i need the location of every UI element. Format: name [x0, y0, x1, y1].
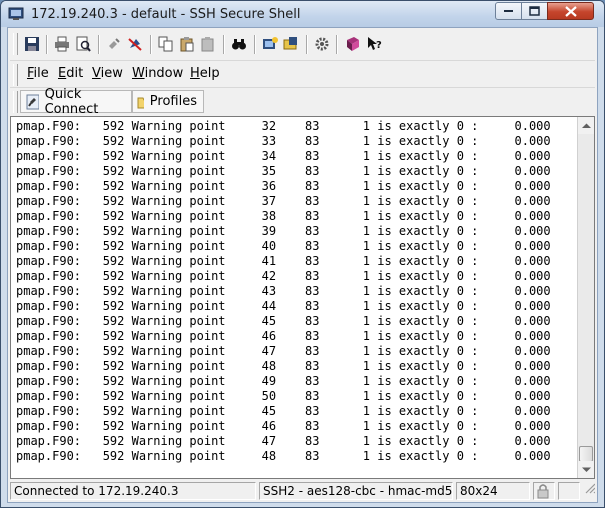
- paste-disabled-icon[interactable]: [198, 34, 218, 54]
- maximize-icon: [529, 6, 540, 16]
- scroll-up-button[interactable]: [578, 117, 594, 134]
- maximize-button[interactable]: [521, 2, 548, 20]
- terminal-line: pmap.F90: 592 Warning point 44 83 1 is e…: [16, 299, 551, 313]
- toolbar-separator: [150, 35, 152, 54]
- status-bar: Connected to 172.19.240.3 SSH2 - aes128-…: [10, 481, 595, 500]
- profiles-label: Profiles: [149, 94, 197, 109]
- paste-icon[interactable]: [177, 34, 197, 54]
- toolbar-separator: [46, 35, 48, 54]
- terminal-line: pmap.F90: 592 Warning point 47 83 1 is e…: [16, 344, 551, 358]
- terminal-line: pmap.F90: 592 Warning point 37 83 1 is e…: [16, 194, 551, 208]
- terminal-line: pmap.F90: 592 Warning point 38 83 1 is e…: [16, 209, 551, 223]
- toolbar-separator: [223, 35, 225, 54]
- toolbar-separator: [336, 35, 338, 54]
- quick-connect-icon: [26, 94, 39, 109]
- ssh-app-icon[interactable]: [8, 6, 24, 22]
- ssh-window: 172.19.240.3 - default - SSH Secure Shel…: [0, 0, 605, 508]
- cipher-status: SSH2 - aes128-cbc - hmac-md5: [259, 482, 453, 500]
- folder-icon: [137, 97, 144, 108]
- terminal-line: pmap.F90: 592 Warning point 48 83 1 is e…: [16, 449, 551, 463]
- profiles-button[interactable]: Profiles: [132, 90, 204, 113]
- quick-connect-button[interactable]: Quick Connect: [20, 87, 132, 117]
- menu-edit-accel: E: [58, 66, 67, 81]
- terminal-line: pmap.F90: 592 Warning point 33 83 1 is e…: [16, 134, 551, 148]
- menu-edit-label: dit: [66, 66, 84, 81]
- settings-icon[interactable]: [312, 34, 332, 54]
- client-area: ? File Edit View Window Help Quick Conne…: [7, 27, 598, 503]
- minimize-icon: [503, 10, 513, 12]
- toolbar-grip[interactable]: [13, 33, 18, 55]
- terminal-line: pmap.F90: 592 Warning point 48 83 1 is e…: [16, 359, 551, 373]
- scroll-down-button[interactable]: [578, 461, 594, 478]
- terminal-line: pmap.F90: 592 Warning point 40 83 1 is e…: [16, 239, 551, 253]
- menu-help[interactable]: Help: [190, 66, 220, 81]
- terminal-line: pmap.F90: 592 Warning point 49 83 1 is e…: [16, 374, 551, 388]
- minimize-button[interactable]: [495, 2, 522, 20]
- quick-connect-label: Quick Connect: [44, 86, 99, 117]
- toolbar-separator: [98, 35, 100, 54]
- profiles-bar: Quick Connect Profiles: [10, 87, 595, 117]
- terminal-pane[interactable]: pmap.F90: 592 Warning point 32 83 1 is e…: [10, 116, 595, 479]
- menu-help-label: elp: [199, 66, 220, 81]
- close-icon: [564, 5, 577, 17]
- chevron-down-icon: [581, 467, 591, 472]
- menubar-grip[interactable]: [13, 64, 18, 86]
- copy-icon[interactable]: [156, 34, 176, 54]
- menu-file-label: ile: [33, 66, 49, 81]
- stop-icon[interactable]: [125, 34, 145, 54]
- terminal-size-status: 80x24: [456, 482, 530, 500]
- terminal-line: pmap.F90: 592 Warning point 45 83 1 is e…: [16, 404, 551, 418]
- toolbar-separator: [254, 35, 256, 54]
- menu-bar: File Edit View Window Help: [10, 61, 595, 88]
- terminal-line: pmap.F90: 592 Warning point 34 83 1 is e…: [16, 149, 551, 163]
- menu-edit[interactable]: Edit: [58, 66, 83, 81]
- menu-view-label: iew: [100, 66, 123, 81]
- terminal-line: pmap.F90: 592 Warning point 43 83 1 is e…: [16, 284, 551, 298]
- terminal-line: pmap.F90: 592 Warning point 35 83 1 is e…: [16, 164, 551, 178]
- profiles-bar-grip[interactable]: [13, 91, 18, 113]
- terminal-line: pmap.F90: 592 Warning point 32 83 1 is e…: [16, 119, 551, 133]
- print-preview-icon[interactable]: [73, 34, 93, 54]
- menu-window[interactable]: Window: [132, 66, 183, 81]
- menu-window-label: indow: [144, 66, 184, 81]
- chevron-up-icon: [581, 123, 591, 128]
- resize-grip-icon: [585, 483, 595, 494]
- terminal-line: pmap.F90: 592 Warning point 46 83 1 is e…: [16, 329, 551, 343]
- print-icon[interactable]: [52, 34, 72, 54]
- terminal-line: pmap.F90: 592 Warning point 46 83 1 is e…: [16, 419, 551, 433]
- menu-file[interactable]: File: [27, 66, 49, 81]
- menu-view-accel: V: [92, 66, 101, 81]
- context-help-icon[interactable]: ?: [364, 34, 384, 54]
- svg-text:?: ?: [376, 40, 382, 51]
- terminal-line: pmap.F90: 592 Warning point 36 83 1 is e…: [16, 179, 551, 193]
- save-icon[interactable]: [22, 34, 42, 54]
- terminal-line: pmap.F90: 592 Warning point 50 83 1 is e…: [16, 389, 551, 403]
- terminal-line: pmap.F90: 592 Warning point 41 83 1 is e…: [16, 254, 551, 268]
- find-icon[interactable]: [229, 34, 249, 54]
- toolbar-separator: [306, 35, 308, 54]
- window-title: 172.19.240.3 - default - SSH Secure Shel…: [31, 7, 301, 22]
- close-button[interactable]: [547, 2, 594, 20]
- disconnect-icon[interactable]: [104, 34, 124, 54]
- terminal-output[interactable]: pmap.F90: 592 Warning point 32 83 1 is e…: [16, 119, 576, 474]
- help-book-icon[interactable]: [343, 34, 363, 54]
- vertical-scrollbar[interactable]: [577, 117, 594, 478]
- title-bar[interactable]: 172.19.240.3 - default - SSH Secure Shel…: [1, 1, 604, 27]
- menu-help-accel: H: [190, 66, 200, 81]
- lock-status-panel: [533, 482, 555, 500]
- terminal-line: pmap.F90: 592 Warning point 45 83 1 is e…: [16, 314, 551, 328]
- terminal-line: pmap.F90: 592 Warning point 47 83 1 is e…: [16, 434, 551, 448]
- scroll-thumb[interactable]: [579, 446, 593, 462]
- resize-grip[interactable]: [581, 482, 595, 500]
- toolbar: ?: [10, 30, 595, 61]
- lock-icon: [537, 484, 549, 499]
- new-file-transfer-icon[interactable]: [281, 34, 301, 54]
- new-terminal-icon[interactable]: [260, 34, 280, 54]
- terminal-line: pmap.F90: 592 Warning point 39 83 1 is e…: [16, 224, 551, 238]
- terminal-line: pmap.F90: 592 Warning point 42 83 1 is e…: [16, 269, 551, 283]
- menu-view[interactable]: View: [92, 66, 123, 81]
- connection-status: Connected to 172.19.240.3: [10, 482, 256, 500]
- status-panel-empty: [558, 482, 580, 500]
- menu-window-accel: W: [132, 66, 145, 81]
